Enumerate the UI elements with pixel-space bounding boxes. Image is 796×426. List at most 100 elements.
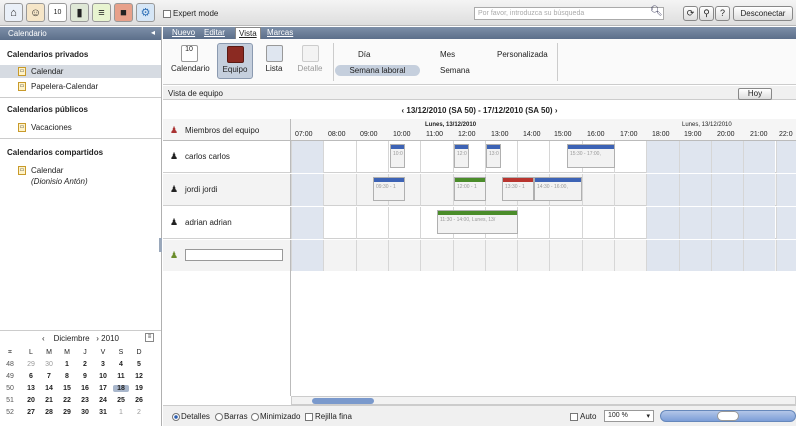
time-slot[interactable] [355, 240, 388, 272]
calendar-app-icon[interactable]: 10 [48, 3, 67, 22]
time-slot[interactable] [291, 174, 324, 206]
mini-calendar-day[interactable]: 31 [95, 409, 111, 416]
mini-calendar-day[interactable]: 2 [131, 409, 147, 416]
time-slot[interactable] [775, 207, 796, 239]
mini-calendar-day[interactable]: 30 [41, 361, 57, 368]
option-bars[interactable]: Barras [215, 412, 248, 421]
scrollbar-thumb[interactable] [312, 398, 374, 404]
mini-calendar-menu-icon[interactable]: ≡ [145, 333, 154, 342]
view-team-button[interactable]: Equipo [217, 43, 253, 79]
event[interactable]: 14:30 - 16:00, [534, 177, 582, 201]
event[interactable]: 10:0 [390, 144, 405, 168]
mini-calendar-day[interactable]: 30 [77, 409, 93, 416]
menu-nuevo[interactable]: Nuevo [172, 28, 195, 37]
mini-calendar-day[interactable]: 10 [95, 373, 111, 380]
week-select-icon[interactable]: ⌗ [2, 349, 18, 357]
menu-marcas[interactable]: Marcas [267, 28, 293, 37]
prev-week-button[interactable]: ‹ [402, 106, 405, 115]
time-slot[interactable] [387, 207, 420, 239]
time-slot[interactable] [614, 174, 646, 206]
mini-calendar-day[interactable]: 7 [41, 373, 57, 380]
zoom-select[interactable]: 100 % ▾ [604, 410, 654, 422]
next-week-button[interactable]: › [555, 106, 558, 115]
range-custom[interactable]: Personalizada [497, 50, 548, 59]
mini-calendar-day[interactable]: 18 [113, 385, 129, 392]
search-icon[interactable]: 🔍︎ [650, 6, 663, 17]
expert-mode-checkbox[interactable]: Expert mode [163, 9, 218, 18]
time-slot[interactable] [517, 141, 549, 173]
add-person-icon[interactable]: ♟ [170, 250, 178, 261]
time-slot[interactable] [678, 240, 711, 272]
menu-vista[interactable]: Vista [235, 27, 261, 39]
time-slot[interactable] [549, 240, 581, 272]
mini-calendar-day[interactable]: 20 [23, 397, 39, 404]
mini-calendar-day[interactable]: 27 [23, 409, 39, 416]
week-number[interactable]: 48 [2, 361, 18, 368]
time-slot[interactable] [291, 240, 324, 272]
mini-calendar-day[interactable]: 12 [131, 373, 147, 380]
mini-calendar-day[interactable]: 17 [95, 385, 111, 392]
horizontal-scrollbar[interactable] [291, 396, 796, 405]
sidebar-item-trash-calendar[interactable]: ▭ Papelera-Calendar [0, 80, 161, 93]
option-fine-grid[interactable]: Rejilla fina [305, 412, 352, 421]
mini-calendar-day[interactable]: 5 [131, 361, 147, 368]
auto-zoom-checkbox[interactable]: Auto [570, 412, 596, 421]
prev-month-button[interactable]: ‹ [42, 334, 45, 343]
mini-calendar-day[interactable]: 29 [23, 361, 39, 368]
sidebar-resize-handle[interactable] [159, 238, 162, 252]
week-number[interactable]: 51 [2, 397, 18, 404]
time-slot[interactable] [775, 240, 796, 272]
chart-icon[interactable]: ▮ [70, 3, 89, 22]
mini-calendar-day[interactable]: 8 [59, 373, 75, 380]
week-number[interactable]: 49 [2, 373, 18, 380]
time-slot[interactable] [614, 141, 646, 173]
view-detail-button[interactable]: Detalle [292, 43, 328, 79]
mini-calendar-day[interactable]: 15 [59, 385, 75, 392]
search-input[interactable]: Por favor, introduzca su búsqueda [474, 7, 664, 20]
time-slot[interactable] [646, 240, 679, 272]
sidebar-item-shared-calendar[interactable]: ▭ Calendar [0, 164, 161, 177]
sidebar-item-vacaciones[interactable]: ▭ Vacaciones [0, 121, 161, 134]
range-work-week[interactable]: Semana laboral [335, 65, 420, 76]
time-slot[interactable] [743, 141, 776, 173]
slider-knob[interactable] [717, 411, 739, 421]
event[interactable]: 15:30 - 17:00, [567, 144, 615, 168]
mini-calendar-day[interactable]: 29 [59, 409, 75, 416]
range-week[interactable]: Semana [440, 66, 470, 75]
event[interactable]: 09:30 - 1 [373, 177, 405, 201]
option-details[interactable]: Detalles [172, 412, 210, 421]
refresh-icon[interactable]: ⟳ [683, 6, 698, 21]
member-row[interactable]: ♟ carlos carlos 10:0 12:0 13:0 15:30 - 1… [163, 141, 796, 173]
time-slot[interactable] [646, 207, 679, 239]
event[interactable]: 13:30 - 1 [502, 177, 534, 201]
mini-calendar-day[interactable]: 1 [59, 361, 75, 368]
time-slot[interactable] [646, 174, 679, 206]
time-slot[interactable] [484, 240, 517, 272]
range-month[interactable]: Mes [440, 50, 455, 59]
view-calendar-button[interactable]: 10 Calendario [171, 43, 210, 79]
week-number[interactable]: 50 [2, 385, 18, 392]
time-slot[interactable] [743, 240, 776, 272]
collapse-icon[interactable]: ◂ [151, 28, 155, 37]
mini-calendar-day[interactable]: 16 [77, 385, 93, 392]
time-slot[interactable] [581, 207, 614, 239]
mini-calendar-day[interactable]: 23 [77, 397, 93, 404]
member-row[interactable]: ♟ jordi jordi 09:30 - 1 12:00 - 1 13:30 … [163, 174, 796, 206]
mini-calendar-day[interactable]: 9 [77, 373, 93, 380]
mini-calendar-day[interactable]: 24 [95, 397, 111, 404]
time-slot[interactable] [420, 174, 452, 206]
contacts-icon[interactable]: ☺ [26, 3, 45, 22]
mini-calendar-day[interactable]: 26 [131, 397, 147, 404]
time-slot[interactable] [678, 174, 711, 206]
time-slot[interactable] [323, 174, 355, 206]
time-slot[interactable] [323, 207, 355, 239]
time-slot[interactable] [323, 141, 355, 173]
time-slot[interactable] [452, 240, 485, 272]
logout-button[interactable]: Desconectar [733, 6, 793, 21]
time-slot[interactable] [581, 174, 614, 206]
time-slot[interactable] [710, 141, 744, 173]
week-number[interactable]: 52 [2, 409, 18, 416]
time-slot[interactable] [743, 174, 776, 206]
next-month-button[interactable]: › [96, 334, 99, 343]
mini-calendar-day[interactable]: 13 [23, 385, 39, 392]
